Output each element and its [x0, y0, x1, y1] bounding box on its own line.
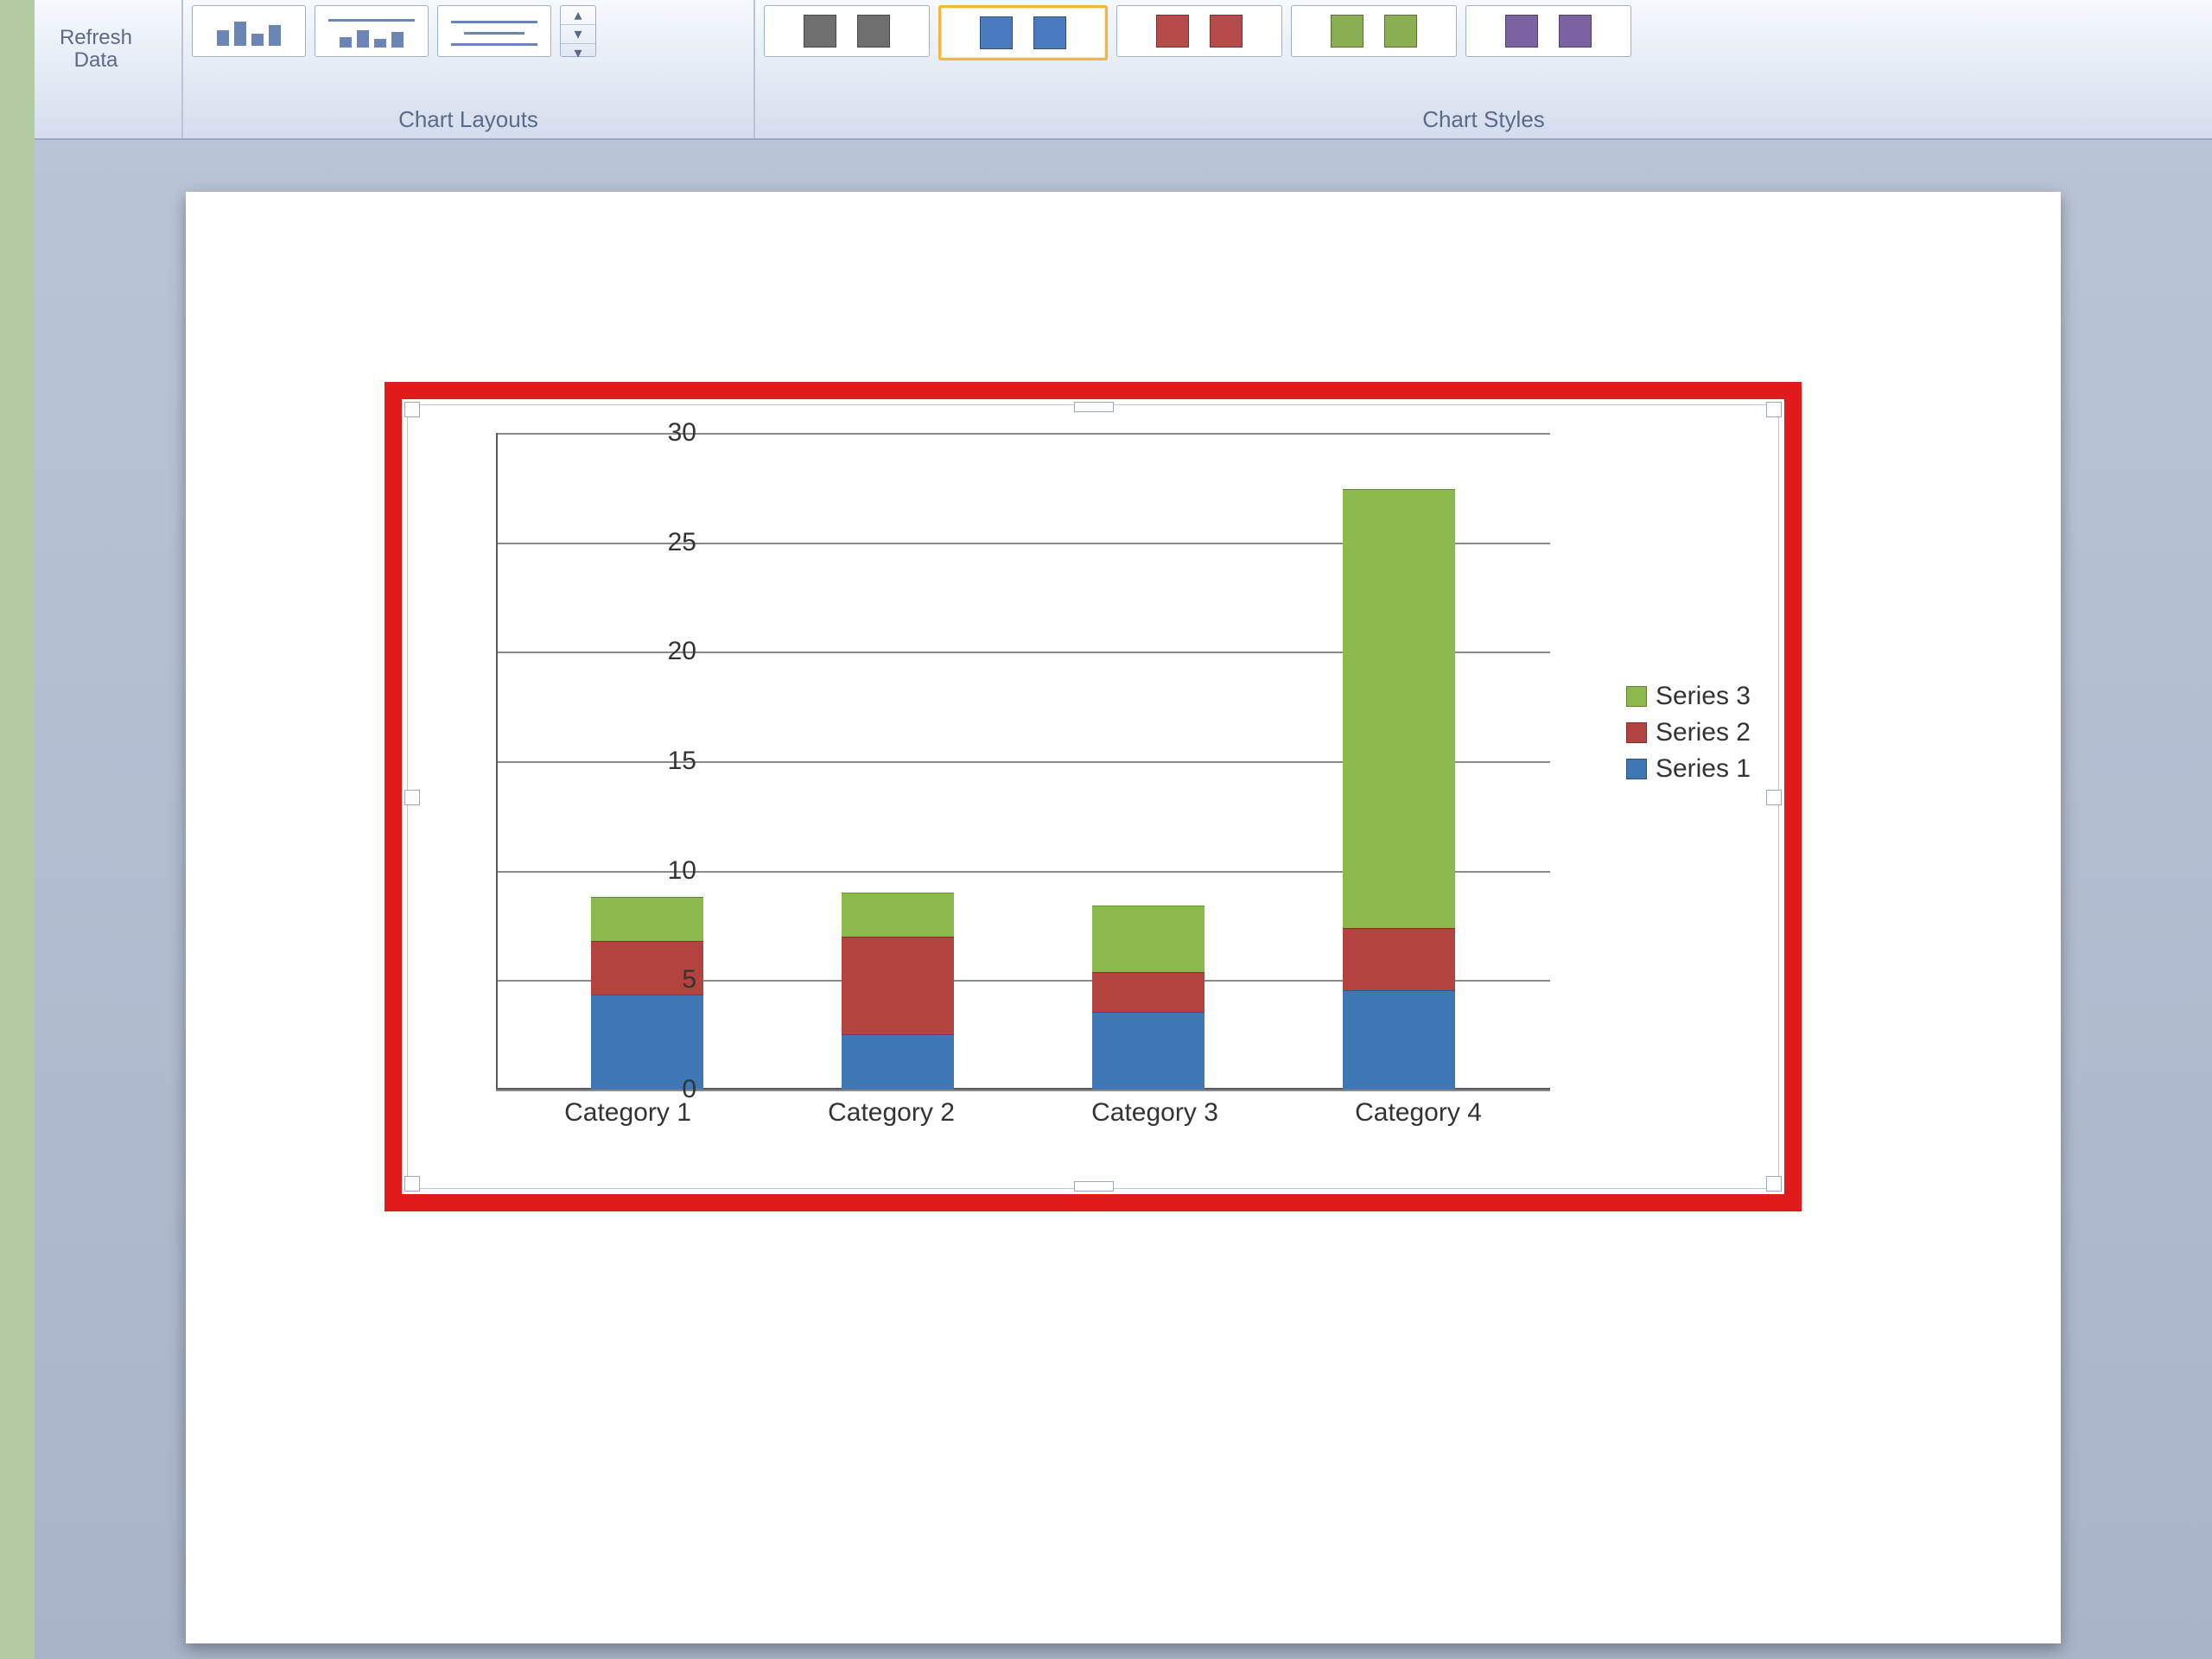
chart-legend[interactable]: Series 3 Series 2 Series 1 [1626, 675, 1751, 791]
y-axis-tick-label: 20 [636, 637, 696, 666]
style-swatch-icon [857, 15, 890, 48]
chart-style-thumb[interactable] [938, 5, 1108, 60]
annotation-highlight-box: Series 3Series 2Series 1 051015202530Cat… [385, 382, 1802, 1211]
chart-style-thumb[interactable] [764, 5, 930, 57]
refresh-label-1: Refresh [60, 27, 132, 49]
resize-handle[interactable] [1766, 402, 1782, 417]
style-swatch-icon [804, 15, 836, 48]
chart-layout-thumb[interactable] [192, 5, 306, 57]
bar-segment[interactable] [1343, 990, 1455, 1090]
chart-layout-thumb[interactable] [315, 5, 429, 57]
style-swatch-icon [1505, 15, 1538, 48]
resize-handle[interactable] [1074, 402, 1114, 412]
resize-handle[interactable] [404, 1176, 420, 1192]
bar-segment[interactable] [1343, 489, 1455, 928]
bar-segment[interactable] [1092, 972, 1205, 1013]
legend-swatch-icon [1626, 759, 1647, 779]
chart-layout-thumb[interactable] [437, 5, 551, 57]
y-axis-tick-label: 25 [636, 528, 696, 557]
legend-label: Series 2 [1656, 718, 1751, 747]
bar-group[interactable] [1343, 489, 1455, 1090]
legend-item[interactable]: Series 2 [1626, 718, 1751, 747]
style-swatch-icon [1384, 15, 1417, 48]
bar-group[interactable] [842, 893, 954, 1090]
ribbon: Refresh Data [35, 0, 2212, 140]
ribbon-section-label: Chart Layouts [183, 106, 753, 133]
resize-handle[interactable] [1074, 1181, 1114, 1192]
bar-segment[interactable] [842, 1034, 954, 1090]
bar-segment[interactable] [1343, 928, 1455, 990]
refresh-label-2: Data [74, 49, 118, 72]
resize-handle[interactable] [1766, 790, 1782, 805]
chart-object[interactable]: Series 3Series 2Series 1 051015202530Cat… [407, 404, 1779, 1189]
x-axis-tick-label: Category 4 [1324, 1098, 1514, 1128]
gallery-up-icon[interactable]: ▴ [561, 6, 595, 25]
resize-handle[interactable] [1766, 1176, 1782, 1192]
style-swatch-icon [1559, 15, 1592, 48]
chart-styles-gallery[interactable] [764, 5, 2203, 60]
y-axis-tick-label: 15 [636, 747, 696, 776]
x-axis-tick-label: Category 3 [1060, 1098, 1250, 1128]
document-page[interactable]: Series 3Series 2Series 1 051015202530Cat… [186, 192, 2061, 1643]
bar-group[interactable] [1092, 906, 1205, 1090]
legend-label: Series 3 [1656, 682, 1751, 711]
chart-plot[interactable]: Series 3Series 2Series 1 051015202530Cat… [418, 416, 1768, 1178]
chart-layouts-more-button[interactable]: ▴ ▾ ▾ [560, 5, 596, 57]
y-axis-tick-label: 5 [636, 965, 696, 995]
y-axis-tick-label: 30 [636, 418, 696, 448]
chart-style-thumb[interactable] [1116, 5, 1282, 57]
y-axis-tick-label: 10 [636, 856, 696, 886]
style-swatch-icon [1210, 15, 1243, 48]
ribbon-section-data: Refresh Data [35, 0, 183, 138]
ribbon-section-chart-styles: Chart Styles [755, 0, 2212, 138]
document-workspace: Series 3Series 2Series 1 051015202530Cat… [35, 140, 2212, 1659]
style-swatch-icon [1156, 15, 1189, 48]
x-axis-tick-label: Category 2 [797, 1098, 987, 1128]
chart-style-thumb[interactable] [1465, 5, 1631, 57]
legend-label: Series 1 [1656, 754, 1751, 784]
legend-swatch-icon [1626, 722, 1647, 743]
bar-segment[interactable] [842, 937, 954, 1033]
x-axis-tick-label: Category 1 [533, 1098, 723, 1128]
style-swatch-icon [1033, 16, 1066, 49]
style-swatch-icon [980, 16, 1013, 49]
refresh-data-button[interactable]: Refresh Data [43, 5, 149, 93]
legend-item[interactable]: Series 3 [1626, 682, 1751, 711]
bar-segment[interactable] [591, 897, 703, 942]
bar-segment[interactable] [1092, 906, 1205, 972]
legend-swatch-icon [1626, 686, 1647, 707]
chart-style-thumb[interactable] [1291, 5, 1457, 57]
ribbon-section-chart-layouts: ▴ ▾ ▾ Chart Layouts [183, 0, 755, 138]
style-swatch-icon [1331, 15, 1363, 48]
chart-layouts-gallery[interactable]: ▴ ▾ ▾ [192, 5, 745, 57]
gallery-expand-icon[interactable]: ▾ [561, 44, 595, 62]
bar-segment[interactable] [842, 893, 954, 938]
legend-item[interactable]: Series 1 [1626, 754, 1751, 784]
ribbon-section-label: Chart Styles [755, 106, 2212, 133]
bar-segment[interactable] [1092, 1012, 1205, 1090]
gallery-down-icon[interactable]: ▾ [561, 25, 595, 44]
